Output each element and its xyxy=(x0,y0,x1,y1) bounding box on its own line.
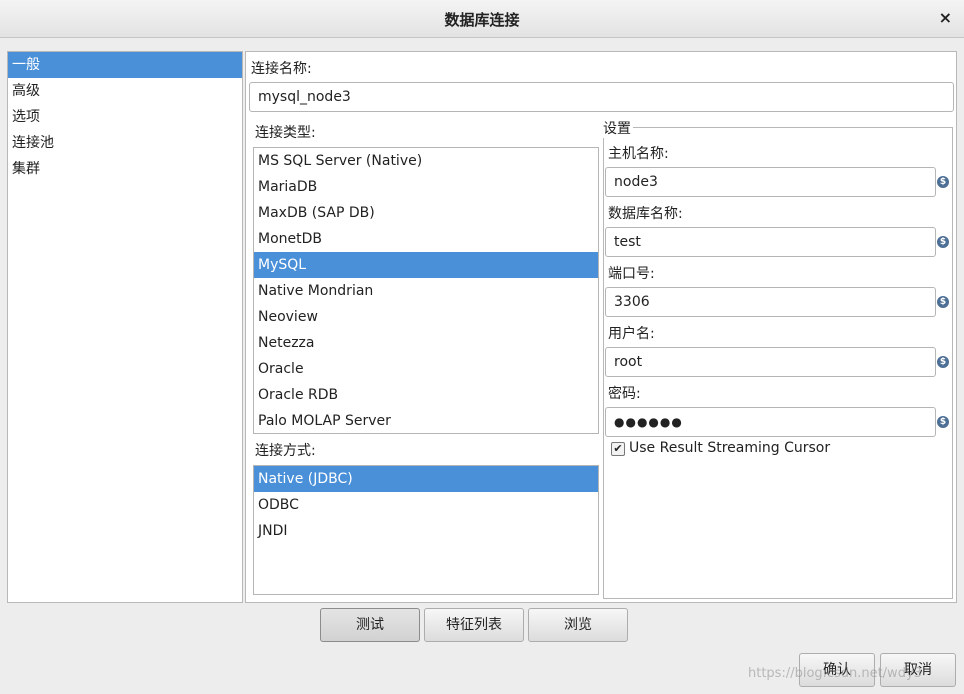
conn-type-label: 连接类型: xyxy=(255,125,316,141)
conn-name-input[interactable]: mysql_node3 xyxy=(249,82,954,112)
nav-item-options[interactable]: 选项 xyxy=(8,104,242,130)
conn-type-item-selected[interactable]: MySQL xyxy=(254,252,598,278)
variable-icon[interactable]: $ xyxy=(937,236,949,248)
conn-name-label: 连接名称: xyxy=(251,61,312,77)
username-input[interactable]: root xyxy=(605,347,936,377)
close-icon[interactable]: × xyxy=(939,8,952,27)
password-input[interactable]: ●●●●●● xyxy=(605,407,936,437)
variable-icon[interactable]: $ xyxy=(937,296,949,308)
access-list: Native (JDBC) ODBC JNDI xyxy=(253,465,599,595)
nav-item-advanced[interactable]: 高级 xyxy=(8,78,242,104)
username-label: 用户名: xyxy=(608,326,655,342)
feature-list-button[interactable]: 特征列表 xyxy=(424,608,524,642)
access-item[interactable]: JNDI xyxy=(254,518,598,544)
nav-item-pooling[interactable]: 连接池 xyxy=(8,130,242,156)
access-item-selected[interactable]: Native (JDBC) xyxy=(254,466,598,492)
conn-type-item[interactable]: Oracle RDB xyxy=(254,382,598,408)
password-label: 密码: xyxy=(608,386,641,402)
database-label: 数据库名称: xyxy=(608,206,683,222)
port-label: 端口号: xyxy=(608,266,655,282)
host-label: 主机名称: xyxy=(608,146,669,162)
title-bar: 数据库连接 × xyxy=(0,0,964,38)
conn-type-item[interactable]: Neoview xyxy=(254,304,598,330)
variable-icon[interactable]: $ xyxy=(937,416,949,428)
conn-type-item[interactable]: Netezza xyxy=(254,330,598,356)
conn-type-item[interactable]: MaxDB (SAP DB) xyxy=(254,200,598,226)
conn-type-list: MS SQL Server (Native) MariaDB MaxDB (SA… xyxy=(253,147,599,434)
variable-icon[interactable]: $ xyxy=(937,176,949,188)
host-input[interactable]: node3 xyxy=(605,167,936,197)
conn-type-item[interactable]: MariaDB xyxy=(254,174,598,200)
nav-item-cluster[interactable]: 集群 xyxy=(8,156,242,182)
conn-type-item[interactable]: MS SQL Server (Native) xyxy=(254,148,598,174)
watermark: https://blog.csdn.net/wdy3 xyxy=(748,666,922,681)
access-item[interactable]: ODBC xyxy=(254,492,598,518)
conn-type-item[interactable]: Oracle xyxy=(254,356,598,382)
access-label: 连接方式: xyxy=(255,443,316,459)
category-list: 一般 高级 选项 连接池 集群 xyxy=(7,51,243,603)
settings-title: 设置 xyxy=(601,118,633,138)
general-panel: 连接名称: mysql_node3 连接类型: MS SQL Server (N… xyxy=(245,51,957,603)
port-input[interactable]: 3306 xyxy=(605,287,936,317)
conn-type-item[interactable]: Palo MOLAP Server xyxy=(254,408,598,433)
nav-item-general[interactable]: 一般 xyxy=(8,52,242,78)
explore-button[interactable]: 浏览 xyxy=(528,608,628,642)
test-button[interactable]: 测试 xyxy=(320,608,420,642)
conn-type-item[interactable]: MonetDB xyxy=(254,226,598,252)
dialog-title: 数据库连接 xyxy=(444,11,520,29)
conn-type-item[interactable]: Native Mondrian xyxy=(254,278,598,304)
streaming-label: Use Result Streaming Cursor xyxy=(629,440,831,456)
database-input[interactable]: test xyxy=(605,227,936,257)
streaming-checkbox[interactable]: ✔ xyxy=(611,442,625,456)
variable-icon[interactable]: $ xyxy=(937,356,949,368)
